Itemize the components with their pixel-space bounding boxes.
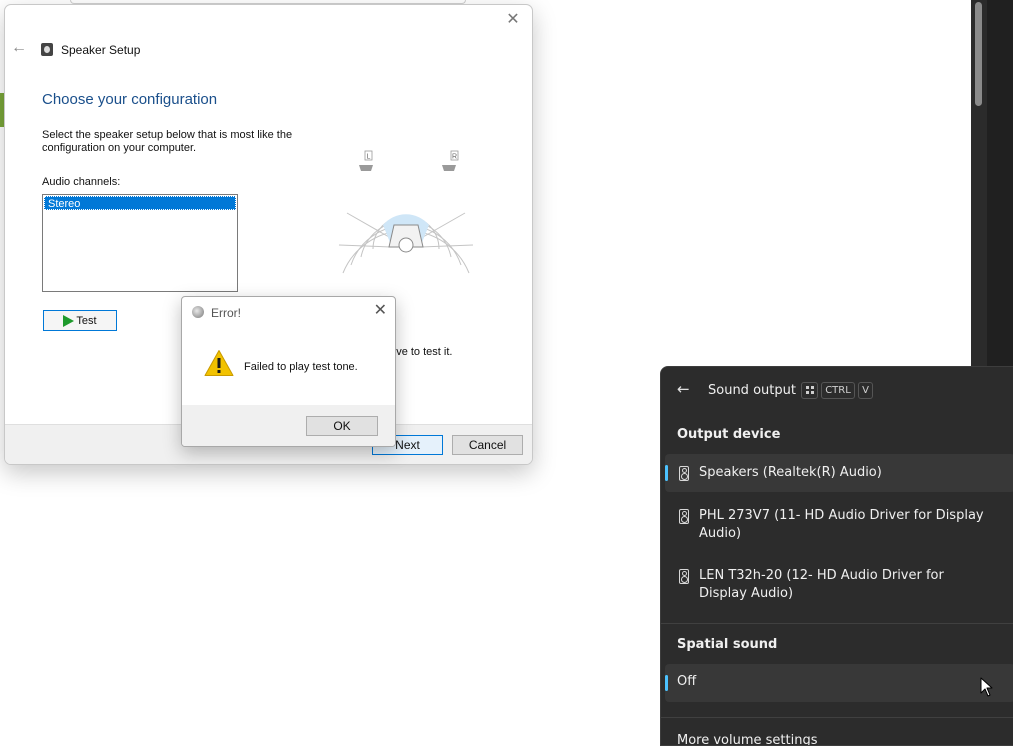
setup-description: Select the speaker setup below that is m… (42, 129, 293, 154)
error-dialog: Error! ✕ Failed to play test tone. OK (181, 296, 396, 447)
close-icon[interactable]: ✕ (374, 302, 387, 320)
error-body: Failed to play test tone. (182, 327, 395, 405)
error-footer: OK (182, 405, 395, 446)
sound-output-flyout: ← Sound output CTRL V Output device Spea… (660, 366, 1013, 746)
close-icon[interactable]: ✕ (503, 11, 523, 29)
selected-indicator (665, 465, 668, 481)
listener-head-icon (398, 237, 414, 253)
section-divider (661, 717, 1013, 718)
device-item-len-t32h-20[interactable]: LEN T32h-20 (12- HD Audio Driver for Dis… (665, 562, 1013, 608)
speaker-icon (679, 466, 689, 481)
channel-option-stereo[interactable]: Stereo (44, 196, 236, 210)
speaker-app-icon (41, 43, 53, 56)
test-button[interactable]: Test (43, 310, 117, 331)
play-icon (63, 314, 75, 327)
window-title: Speaker Setup (61, 43, 141, 57)
back-arrow-icon[interactable]: ← (677, 380, 690, 398)
test-button-label: Test (76, 314, 97, 327)
right-speaker-icon[interactable]: R (442, 150, 459, 171)
back-arrow-icon[interactable]: ← (11, 40, 27, 56)
windows-key-icon (801, 382, 818, 399)
left-speaker-label: L (367, 154, 371, 161)
warning-icon (204, 350, 234, 376)
speaker-icon (679, 509, 689, 524)
device-label: PHL 273V7 (11- HD Audio Driver for Displ… (699, 508, 984, 541)
device-item-speakers-realtek[interactable]: Speakers (Realtek(R) Audio) (665, 454, 1013, 492)
spatial-sound-heading: Spatial sound (677, 637, 778, 652)
device-label: LEN T32h-20 (12- HD Audio Driver for Dis… (699, 568, 944, 601)
device-label: Speakers (Realtek(R) Audio) (699, 465, 882, 480)
right-speaker-label: R (452, 154, 457, 161)
audio-channels-list[interactable]: Stereo (42, 194, 238, 292)
spatial-option-off[interactable]: Off (665, 664, 1013, 702)
section-divider (661, 623, 1013, 624)
left-speaker-icon[interactable]: L (359, 150, 373, 171)
app-icon (192, 306, 204, 318)
more-volume-settings-link[interactable]: More volume settings (677, 733, 818, 745)
error-message: Failed to play test tone. (244, 361, 358, 373)
audio-channels-label: Audio channels: (42, 176, 121, 188)
cancel-button[interactable]: Cancel (452, 435, 523, 455)
mouse-cursor-icon (980, 677, 993, 697)
flyout-title: Sound output (708, 383, 796, 398)
error-title: Error! (211, 306, 241, 320)
output-device-heading: Output device (677, 427, 781, 442)
ok-button[interactable]: OK (306, 416, 378, 436)
shortcut-key-ctrl: CTRL (821, 382, 855, 399)
device-item-phl-273v7[interactable]: PHL 273V7 (11- HD Audio Driver for Displ… (665, 502, 1013, 548)
error-title-bar[interactable]: Error! ✕ (182, 297, 395, 327)
page-heading: Choose your configuration (42, 91, 218, 108)
spatial-option-label: Off (677, 674, 697, 689)
speaker-layout-diagram[interactable]: L R (331, 145, 481, 285)
selected-indicator (665, 675, 668, 691)
speaker-icon (679, 569, 689, 584)
shortcut-key-v: V (858, 382, 873, 399)
background-scroll-thumb[interactable] (975, 2, 982, 106)
